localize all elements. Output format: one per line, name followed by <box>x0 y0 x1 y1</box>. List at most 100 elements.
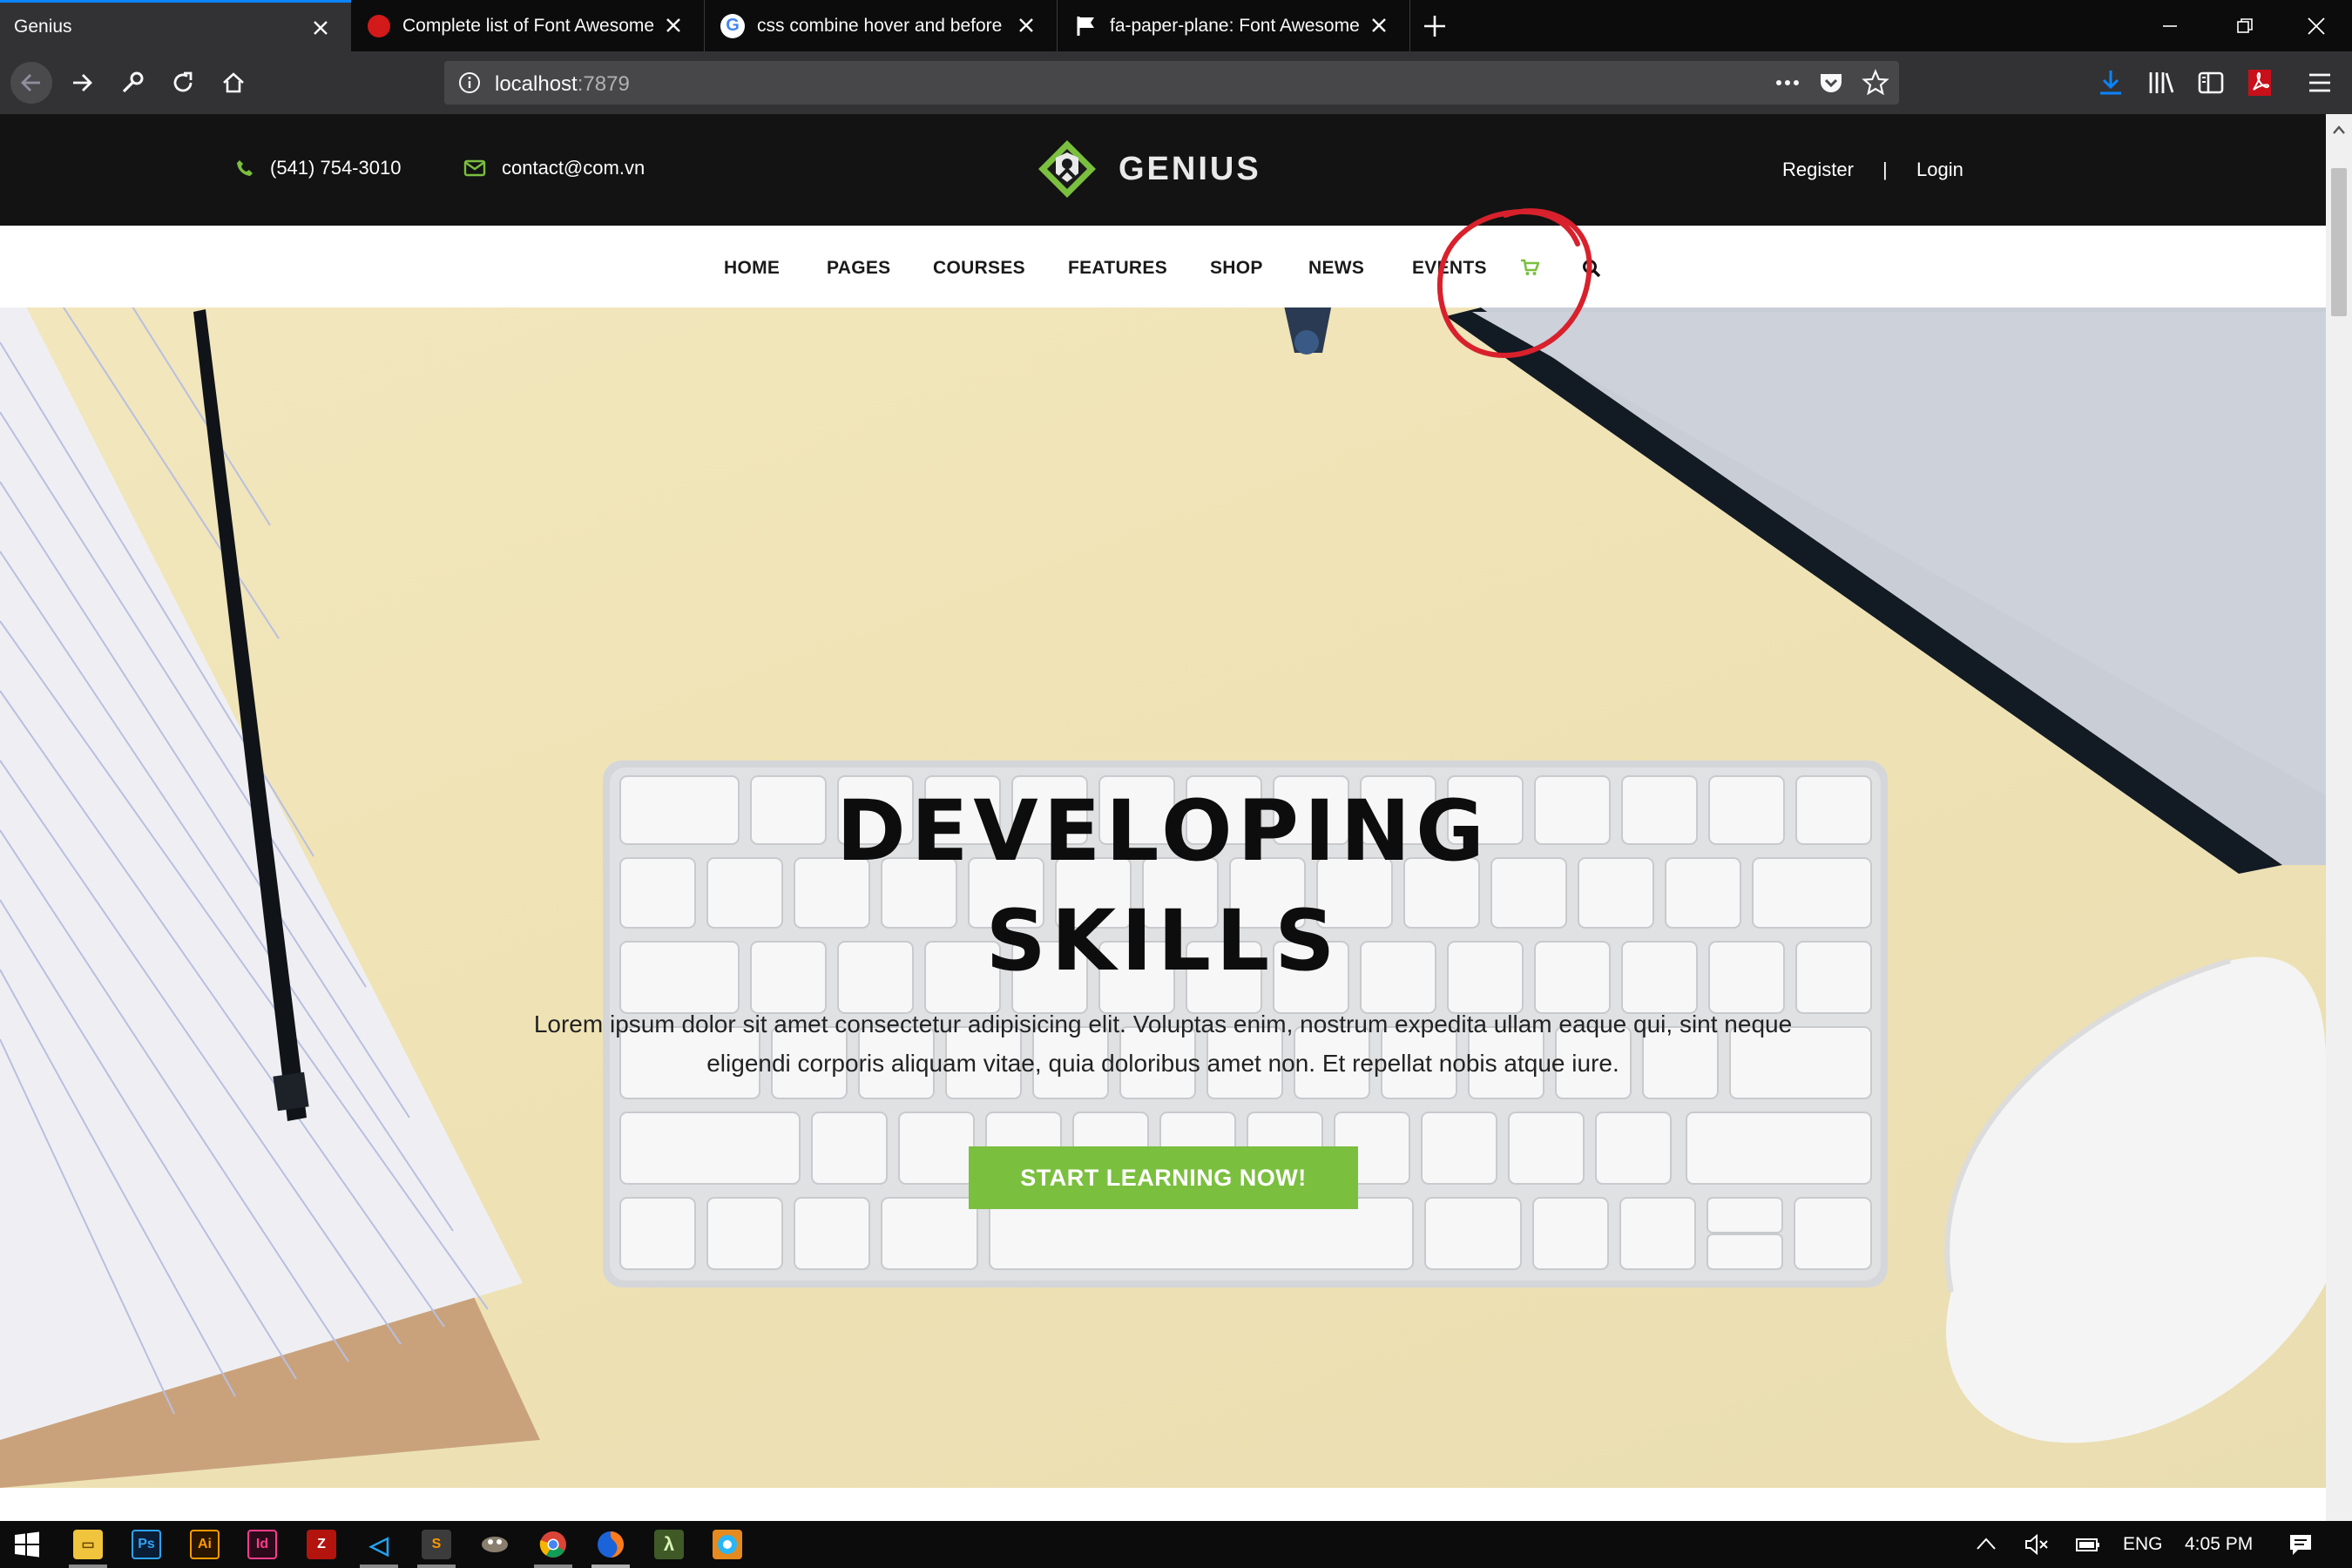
photoshop-label: Ps <box>138 1537 155 1551</box>
hero-text-line-2: eligendi corporis aliquam vitae, quia do… <box>706 1050 1619 1077</box>
hero-text-line-1: Lorem ipsum dolor sit amet consectetur a… <box>533 1010 1793 1037</box>
phone-icon <box>237 160 253 176</box>
pdf-icon[interactable] <box>2246 68 2274 98</box>
annotation-circle <box>1437 208 1592 358</box>
windows-start-icon[interactable] <box>14 1531 40 1558</box>
hero-description: Lorem ipsum dolor sit amet consectetur a… <box>418 1004 1908 1083</box>
library-icon[interactable] <box>2147 69 2175 97</box>
notifications-icon[interactable] <box>2288 1532 2314 1557</box>
reload-icon[interactable] <box>162 62 204 104</box>
logo-text: GENIUS <box>1119 150 1261 187</box>
vscode-icon[interactable]: ◁ <box>364 1530 394 1559</box>
file-explorer-icon[interactable]: ▭ <box>73 1530 103 1559</box>
illustrator-icon[interactable]: Ai <box>190 1530 220 1559</box>
gimp-icon[interactable] <box>480 1530 510 1559</box>
close-icon[interactable] <box>309 17 332 39</box>
sidebar-icon[interactable] <box>2197 69 2225 97</box>
lambda-label: λ <box>663 1533 675 1555</box>
tab-title: Complete list of Font Awesome <box>402 15 655 36</box>
site-logo[interactable]: GENIUS <box>1035 137 1261 201</box>
login-link[interactable]: Login <box>1916 159 1963 181</box>
nav-home[interactable]: HOME <box>724 258 780 279</box>
tab-font-awesome-list[interactable]: Complete list of Font Awesome <box>352 0 704 51</box>
page-bottom-section <box>0 1488 2326 1521</box>
indesign-icon[interactable]: Id <box>247 1530 277 1559</box>
nav-courses[interactable]: COURSES <box>933 258 1025 279</box>
scroll-up-arrow-icon[interactable] <box>2332 125 2346 135</box>
envelope-icon <box>463 159 486 177</box>
close-window-icon[interactable] <box>2291 0 2342 51</box>
nav-news[interactable]: NEWS <box>1308 258 1364 279</box>
url-bar[interactable]: localhost:7879 <box>444 61 1899 105</box>
browser-tab-strip: Genius Complete list of Font Awesome G c… <box>0 0 2352 51</box>
home-icon[interactable] <box>213 62 254 104</box>
tab-favicon-icon <box>368 14 390 37</box>
app-icon[interactable] <box>713 1530 742 1559</box>
volume-muted-icon[interactable] <box>2024 1533 2049 1556</box>
menu-hamburger-icon[interactable] <box>2307 71 2333 95</box>
site-topbar: (541) 754-3010 contact@com.vn GENIUS Reg… <box>0 114 2326 226</box>
bookmark-star-icon[interactable] <box>1862 69 1889 97</box>
more-actions-icon[interactable] <box>1774 71 1801 95</box>
close-icon[interactable] <box>1368 14 1390 37</box>
restore-icon[interactable] <box>2220 0 2270 51</box>
info-icon[interactable] <box>458 71 481 94</box>
phone-number: (541) 754-3010 <box>270 157 402 179</box>
start-learning-button[interactable]: START LEARNING NOW! <box>969 1146 1358 1209</box>
new-tab-plus-icon[interactable] <box>1422 13 1448 39</box>
logo-emblem-icon <box>1038 140 1096 198</box>
url-port: :7879 <box>577 72 630 96</box>
tab-separator <box>1409 0 1410 51</box>
photoshop-icon[interactable]: Ps <box>132 1530 161 1559</box>
language-indicator[interactable]: ENG <box>2123 1534 2163 1555</box>
close-icon[interactable] <box>662 14 685 37</box>
back-arrow-icon[interactable] <box>10 62 52 104</box>
minimize-icon[interactable] <box>2145 0 2195 51</box>
phone-contact[interactable]: (541) 754-3010 <box>235 157 401 179</box>
nav-features[interactable]: FEATURES <box>1068 258 1167 279</box>
auth-separator: | <box>1882 159 1888 180</box>
hero-title-line-1: DEVELOPING <box>836 782 1490 880</box>
active-indicator <box>69 1565 107 1568</box>
hero-title-line-2: SKILLS <box>985 892 1341 990</box>
active-indicator <box>591 1565 630 1568</box>
filezilla-icon[interactable]: Z <box>307 1530 336 1559</box>
sublime-icon[interactable]: S <box>422 1530 451 1559</box>
tab-title: Genius <box>14 17 72 37</box>
download-icon[interactable] <box>2098 69 2124 97</box>
tray-chevron-up-icon[interactable] <box>1976 1536 1997 1551</box>
browser-toolbar: localhost:7879 <box>0 51 2352 114</box>
hero-section: DEVELOPING SKILLS Lorem ipsum dolor sit … <box>0 308 2326 1488</box>
active-indicator <box>360 1565 398 1568</box>
page-viewport: (541) 754-3010 contact@com.vn GENIUS Reg… <box>0 114 2326 1521</box>
tab-fa-paper-plane[interactable]: fa-paper-plane: Font Awesome <box>1058 0 1409 51</box>
email-address: contact@com.vn <box>502 157 645 179</box>
close-icon[interactable] <box>1015 14 1037 37</box>
chrome-icon[interactable] <box>538 1530 568 1559</box>
scrollbar-thumb[interactable] <box>2331 168 2347 316</box>
clock-time[interactable]: 4:05 PM <box>2185 1534 2253 1555</box>
tab-title: css combine hover and before <box>757 15 1003 36</box>
email-contact[interactable]: contact@com.vn <box>463 157 645 179</box>
tab-genius[interactable]: Genius <box>0 0 351 51</box>
nav-pages[interactable]: PAGES <box>827 258 890 279</box>
nav-shop[interactable]: SHOP <box>1210 258 1263 279</box>
hero-title: DEVELOPING SKILLS <box>0 776 2326 996</box>
page-scrollbar[interactable] <box>2326 114 2352 1521</box>
google-icon: G <box>720 13 745 38</box>
url-text[interactable]: localhost:7879 <box>495 72 630 97</box>
indesign-label: Id <box>255 1537 269 1551</box>
wrench-icon[interactable] <box>112 62 153 104</box>
register-link[interactable]: Register <box>1782 159 1854 181</box>
firefox-icon[interactable] <box>596 1530 625 1559</box>
flag-icon <box>1075 15 1098 37</box>
illustrator-label: Ai <box>198 1537 212 1551</box>
battery-icon[interactable] <box>2075 1534 2101 1555</box>
tab-title: fa-paper-plane: Font Awesome <box>1110 15 1360 36</box>
lambda-icon[interactable]: λ <box>654 1530 684 1559</box>
tab-css-hover[interactable]: G css combine hover and before <box>705 0 1057 51</box>
pocket-icon[interactable] <box>1818 70 1844 96</box>
main-navigation: HOME PAGES COURSES FEATURES SHOP NEWS EV… <box>0 226 2326 308</box>
active-indicator <box>534 1565 572 1568</box>
forward-arrow-icon[interactable] <box>61 62 103 104</box>
